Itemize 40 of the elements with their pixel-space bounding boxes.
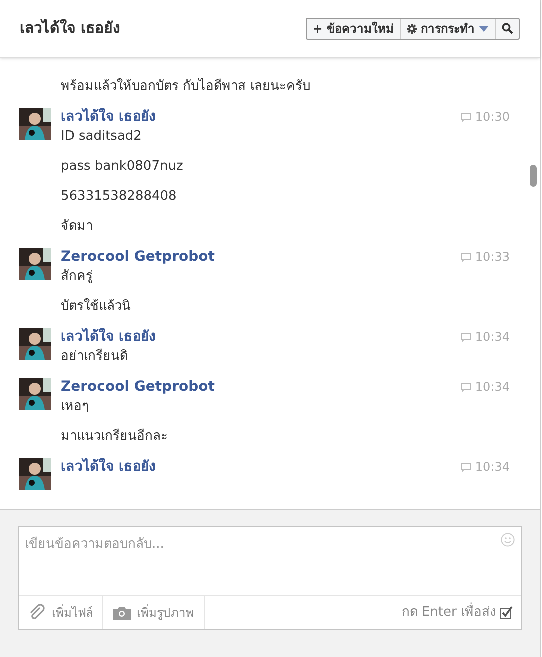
sender-name[interactable]: เลวได้ใจ เธอยัง [61, 328, 156, 346]
checkbox[interactable] [500, 606, 513, 619]
search-icon [502, 23, 513, 34]
dropdown-caret-icon [479, 26, 489, 32]
camera-icon [113, 606, 131, 620]
message-text: ID saditsad2 [61, 128, 143, 146]
add-file-button[interactable]: เพิ่มไฟล์ [19, 596, 103, 629]
timestamp: 10:34 [475, 459, 510, 476]
add-photo-button[interactable]: เพิ่มรูปภาพ [103, 596, 205, 629]
sender-name[interactable]: Zerocool Getprobot [61, 378, 215, 396]
timestamp: 10:34 [475, 379, 510, 396]
message-text: อย่าเกรียนดิ [61, 348, 129, 366]
reply-box[interactable]: เขียนข้อความตอบกลับ... เพิ่มไฟล์ เพิ่มรูปภาพ กด Enter เพื่อส่ง [18, 526, 522, 630]
message-text: บัตรใช้แล้วนิ [61, 298, 132, 316]
gear-icon [407, 24, 417, 34]
sender-name[interactable]: Zerocool Getprobot [61, 248, 215, 266]
message-text: พร้อมแล้วให้บอกบัตร กับไอดีพาส เลยนะครับ [61, 78, 312, 96]
timestamp: 10:33 [475, 249, 510, 266]
timestamp: 10:34 [475, 329, 510, 346]
reply-field[interactable]: เขียนข้อความตอบกลับ... [19, 527, 521, 595]
comment-icon [461, 382, 472, 392]
enter-to-send-label: กด Enter เพื่อส่ง [402, 602, 496, 622]
message-text: 56331538288408 [61, 188, 178, 206]
timestamp: 10:30 [475, 109, 510, 126]
comment-icon [461, 332, 472, 342]
new-message-button[interactable]: + ข้อความใหม่ [306, 18, 401, 38]
message-text: pass bank0807nuz [61, 158, 184, 176]
comment-icon [461, 112, 472, 122]
scrollbar[interactable] [530, 165, 537, 187]
message-text: มาแนวเกรียนอีกละ [61, 428, 169, 446]
sender-name[interactable]: เลวได้ใจ เธอยัง [61, 458, 156, 476]
comment-icon [461, 252, 472, 262]
paperclip-icon [28, 604, 46, 622]
sender-name[interactable]: เลวได้ใจ เธอยัง [61, 108, 156, 126]
conversation-title: เลวได้ใจ เธอยัง [20, 18, 120, 40]
message-text: สักครู่ [61, 268, 94, 286]
message-text: จัดมา [61, 218, 94, 236]
actions-button[interactable]: การกระทำ [401, 18, 496, 38]
message-text: เหอๆ [61, 398, 90, 416]
comment-icon [461, 462, 472, 472]
